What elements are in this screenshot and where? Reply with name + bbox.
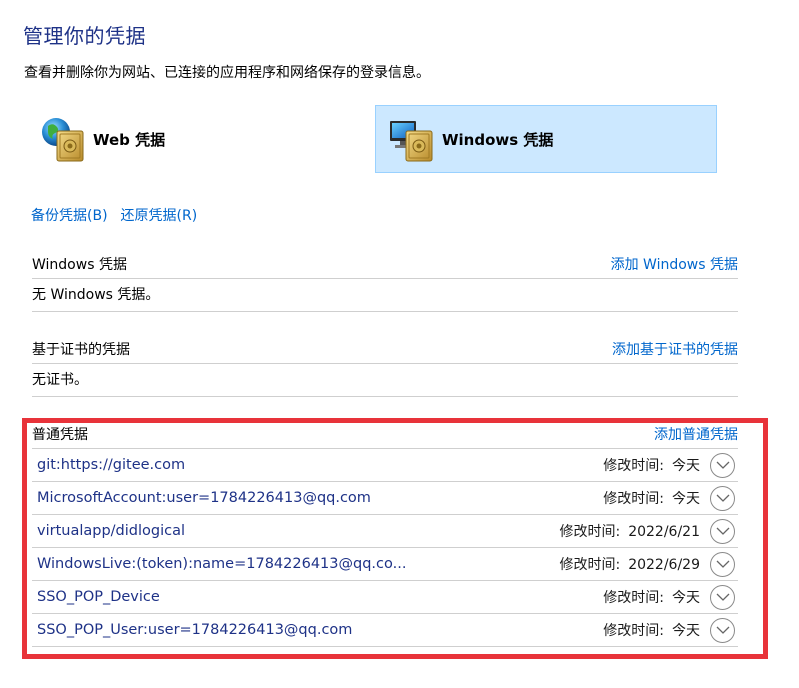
empty-message: 无证书。 [32,364,738,397]
credential-name: git:https://gitee.com [37,457,186,473]
certificate-credentials-section: 基于证书的凭据 添加基于证书的凭据 无证书。 [32,334,738,397]
empty-message: 无 Windows 凭据。 [32,279,738,312]
restore-credentials-link[interactable]: 还原凭据(R) [121,205,198,225]
expand-chevron-icon[interactable] [710,452,735,478]
credential-name: MicrosoftAccount:user=1784226413@qq.com [37,490,371,506]
backup-credentials-link[interactable]: 备份凭据(B) [31,205,108,225]
expand-chevron-icon[interactable] [710,584,735,610]
expand-chevron-icon[interactable] [710,518,735,544]
modified-value: 今天 [672,491,700,507]
web-credentials-label: Web 凭据 [93,130,166,149]
credential-name: WindowsLive:(token):name=1784226413@qq.c… [37,556,407,572]
section-title: 普通凭据 [32,426,88,443]
modified-label: 修改时间: [603,623,664,639]
credential-modified: 修改时间: 2022/6/21 [559,521,700,541]
modified-label: 修改时间: [559,524,621,540]
windows-credentials-tab[interactable]: Windows 凭据 [375,105,717,173]
modified-label: 修改时间: [603,491,664,507]
section-header: 普通凭据 添加普通凭据 [32,419,738,449]
modified-label: 修改时间: [559,557,621,573]
add-certificate-credential-link[interactable]: 添加基于证书的凭据 [612,339,738,359]
expand-chevron-icon[interactable] [710,551,735,577]
credential-name: SSO_POP_User:user=1784226413@qq.com [37,622,353,638]
modified-value: 今天 [672,458,700,474]
credential-row[interactable]: SSO_POP_Device 修改时间: 今天 [32,581,738,614]
section-header: 基于证书的凭据 添加基于证书的凭据 [32,334,738,364]
modified-label: 修改时间: [603,458,664,474]
modified-label: 修改时间: [603,590,664,606]
modified-value: 2022/6/21 [628,524,700,540]
page-title: 管理你的凭据 [23,24,146,48]
expand-chevron-icon[interactable] [710,617,735,643]
credential-row[interactable]: virtualapp/didlogical 修改时间: 2022/6/21 [32,515,738,548]
backup-restore-links: 备份凭据(B) 还原凭据(R) [31,205,197,225]
section-title: 基于证书的凭据 [32,341,130,358]
credential-modified: 修改时间: 今天 [603,488,700,508]
credential-modified: 修改时间: 今天 [603,587,700,607]
expand-chevron-icon[interactable] [710,485,735,511]
credential-modified: 修改时间: 今天 [603,455,700,475]
modified-value: 2022/6/29 [628,557,700,573]
section-title: Windows 凭据 [32,256,127,273]
credential-row[interactable]: SSO_POP_User:user=1784226413@qq.com 修改时间… [32,614,738,647]
add-windows-credential-link[interactable]: 添加 Windows 凭据 [611,254,738,274]
section-header: Windows 凭据 添加 Windows 凭据 [32,249,738,279]
credential-modified: 修改时间: 2022/6/29 [559,554,700,574]
credential-name: virtualapp/didlogical [37,523,185,539]
windows-credentials-icon [388,111,444,167]
windows-credentials-section: Windows 凭据 添加 Windows 凭据 无 Windows 凭据。 [32,249,738,312]
add-general-credential-link[interactable]: 添加普通凭据 [654,424,738,444]
credential-row[interactable]: git:https://gitee.com 修改时间: 今天 [32,449,738,482]
web-credentials-tab[interactable]: Web 凭据 [35,105,235,173]
credential-row[interactable]: WindowsLive:(token):name=1784226413@qq.c… [32,548,738,581]
credential-name: SSO_POP_Device [37,589,160,605]
web-credentials-icon [39,111,95,167]
modified-value: 今天 [672,623,700,639]
modified-value: 今天 [672,590,700,606]
windows-credentials-label: Windows 凭据 [442,130,554,149]
credential-row[interactable]: MicrosoftAccount:user=1784226413@qq.com … [32,482,738,515]
general-credentials-section: 普通凭据 添加普通凭据 git:https://gitee.com 修改时间: 今… [32,419,738,647]
credential-modified: 修改时间: 今天 [603,620,700,640]
page-description: 查看并删除你为网站、已连接的应用程序和网络保存的登录信息。 [24,65,430,81]
